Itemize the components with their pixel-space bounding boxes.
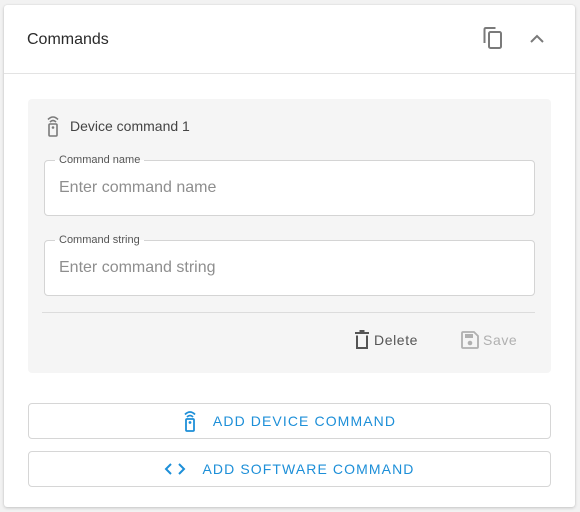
save-icon	[461, 331, 483, 349]
remote-control-icon	[46, 115, 60, 137]
copy-button[interactable]	[478, 25, 508, 55]
copy-icon	[482, 26, 504, 55]
panel-divider	[42, 312, 535, 313]
command-string-field: Command string	[44, 233, 535, 296]
command-string-label: Command string	[55, 233, 144, 247]
remote-control-icon	[183, 410, 197, 432]
command-title: Device command 1	[70, 118, 190, 134]
collapse-button[interactable]	[522, 25, 552, 55]
add-software-command-button[interactable]: ADD SOFTWARE COMMAND	[28, 451, 551, 487]
code-icon	[164, 462, 186, 476]
command-name-input[interactable]	[59, 177, 519, 199]
command-name-label: Command name	[55, 153, 145, 167]
card-title: Commands	[27, 31, 109, 48]
commands-card: Commands Device command 1 Command name E…	[4, 5, 575, 507]
device-command-panel: Device command 1 Command name Command st…	[28, 99, 551, 373]
delete-label: Delete	[374, 332, 419, 348]
save-label: Save	[483, 332, 518, 348]
add-device-command-label: ADD DEVICE COMMAND	[212, 413, 397, 429]
delete-button[interactable]: Delete	[354, 328, 418, 352]
trash-icon	[354, 330, 374, 350]
command-header: Device command 1	[46, 115, 190, 137]
add-software-command-label: ADD SOFTWARE COMMAND	[202, 461, 415, 477]
chevron-up-icon	[529, 31, 545, 49]
command-string-input[interactable]	[59, 257, 519, 279]
add-device-command-button[interactable]: ADD DEVICE COMMAND	[28, 403, 551, 439]
save-button[interactable]: Save	[461, 328, 517, 352]
card-header: Commands	[4, 5, 575, 74]
command-name-field: Command name	[44, 153, 535, 216]
